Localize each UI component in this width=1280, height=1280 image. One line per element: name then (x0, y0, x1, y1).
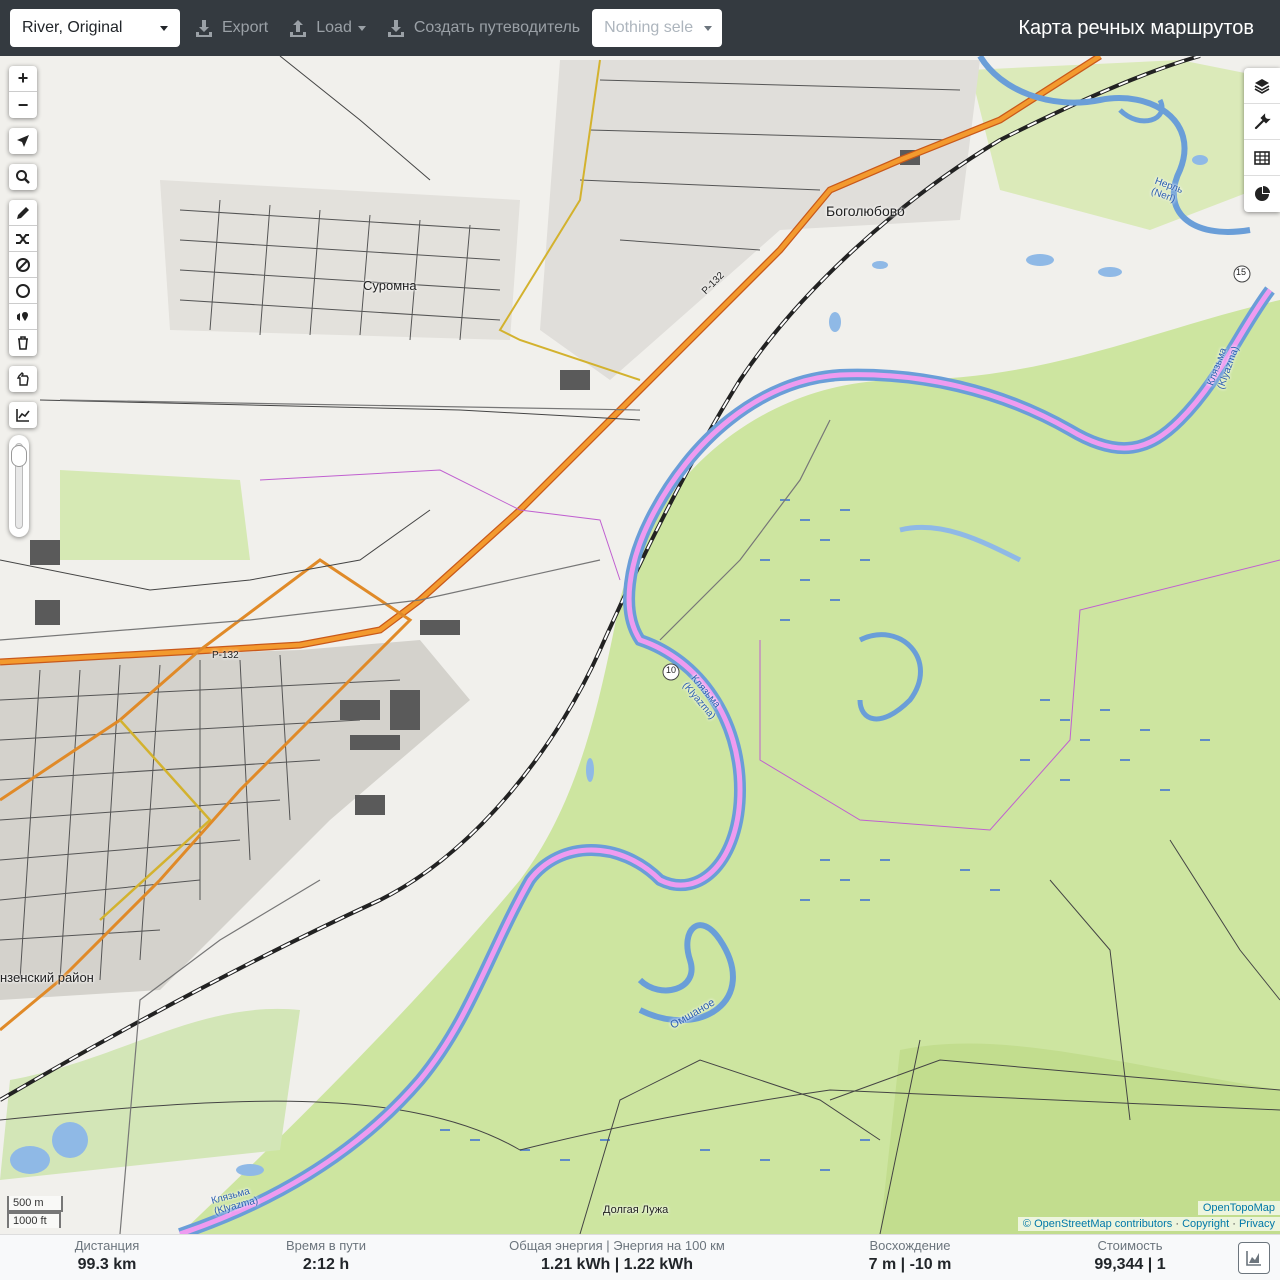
load-button[interactable]: Load (282, 9, 372, 47)
download-icon (387, 20, 404, 37)
scale-bar-metric: 500 m (7, 1196, 63, 1212)
elevation-profile-toggle[interactable] (1238, 1242, 1270, 1274)
road-label: Р-132 (212, 650, 239, 661)
selection-dropdown[interactable]: Nothing sele (592, 9, 723, 47)
layers-button[interactable] (1244, 68, 1280, 104)
opentopomap-link[interactable]: OpenTopoMap (1203, 1202, 1275, 1214)
area-chart-icon (1246, 1251, 1261, 1266)
reverse-route-button[interactable] (9, 226, 37, 252)
stat-label: Дистанция (74, 1238, 140, 1253)
stat-value: 99,344 | 1 (1094, 1256, 1166, 1273)
stat-value: 2:12 h (302, 1256, 350, 1273)
line-chart-icon (16, 409, 30, 422)
selection-dropdown-value: Nothing sele (604, 19, 694, 36)
settings-button[interactable] (1244, 104, 1280, 140)
stat-distance: Дистанция 99.3 km (52, 1235, 162, 1274)
pie-chart-icon (1255, 186, 1270, 201)
hand-pointer-icon (16, 372, 29, 386)
attribution-separator: · (1175, 1218, 1179, 1230)
privacy-link[interactable]: Privacy (1239, 1218, 1275, 1230)
stat-value: 7 m | -10 m (868, 1256, 952, 1273)
export-label: Export (222, 19, 269, 36)
stat-label: Восхождение (869, 1238, 951, 1253)
create-guide-button[interactable]: Создать путеводитель (380, 9, 586, 47)
chevron-down-icon (160, 25, 168, 31)
export-button[interactable]: Export (188, 9, 274, 47)
trash-icon (18, 336, 28, 350)
delete-point-button[interactable] (9, 252, 37, 278)
drawing-toolbar (9, 200, 37, 356)
elevation-chart-button[interactable] (9, 402, 37, 428)
topographic-map (0, 56, 1280, 1234)
locate-control (9, 128, 37, 154)
load-label: Load (316, 19, 352, 36)
chevron-down-icon (704, 25, 713, 31)
add-poi-button[interactable] (9, 304, 37, 330)
wrench-icon (1254, 112, 1271, 129)
district-label: нзенский район (0, 970, 94, 985)
village-label: Долгая Лужа (603, 1204, 669, 1216)
delete-route-button[interactable] (9, 330, 37, 356)
download-icon (196, 20, 212, 37)
map-marker-sound-icon (17, 311, 28, 321)
search-icon (16, 170, 30, 184)
ban-icon (16, 257, 30, 272)
pencil-icon (17, 206, 29, 219)
stat-label: Общая энергия | Энергия на 100 км (509, 1238, 725, 1253)
zoom-in-button[interactable]: + (9, 66, 37, 92)
analysis-button[interactable] (1244, 176, 1280, 212)
route-km-marker: 15 (1236, 267, 1247, 277)
stat-value: 1.21 kWh | 1.22 kWh (540, 1256, 694, 1273)
search-button[interactable] (9, 164, 37, 190)
straight-line-control (9, 366, 37, 392)
shuffle-icon (16, 233, 29, 244)
town-label-bogolyubovo: Боголюбово (826, 203, 905, 219)
layers-icon (1254, 78, 1270, 94)
osm-link[interactable]: © OpenStreetMap contributors (1023, 1218, 1172, 1230)
attribution-separator: · (1232, 1218, 1236, 1230)
copyright-link[interactable]: Copyright (1182, 1218, 1229, 1230)
upload-icon (290, 20, 307, 37)
stat-label: Стоимость (1097, 1238, 1163, 1253)
location-arrow-icon (17, 135, 29, 147)
profile-select-value: River, Original (22, 19, 123, 36)
app-title: Карта речных маршрутов (1018, 16, 1254, 39)
circle-icon (16, 283, 30, 298)
top-navbar: River, Original Export Load Создать путе… (0, 0, 1280, 56)
right-toolbar (1244, 68, 1280, 212)
zoom-out-button[interactable]: − (9, 92, 37, 118)
opacity-slider[interactable] (9, 435, 29, 537)
table-icon (1254, 150, 1270, 165)
data-table-button[interactable] (1244, 140, 1280, 176)
stat-energy: Общая энергия | Энергия на 100 км 1.21 k… (502, 1235, 732, 1274)
thumb-tool-button[interactable] (9, 366, 37, 392)
stat-time: Время в пути 2:12 h (266, 1235, 386, 1274)
search-control (9, 164, 37, 190)
town-label-suromna: Суромна (363, 278, 417, 293)
add-nogo-area-button[interactable] (9, 278, 37, 304)
zoom-control: + − (9, 66, 37, 118)
elevation-control (9, 402, 37, 428)
stat-cost: Стоимость 99,344 | 1 (1070, 1235, 1190, 1274)
create-guide-label: Создать путеводитель (413, 19, 581, 36)
scale-bar-imperial: 1000 ft (7, 1212, 61, 1228)
route-stats-bar: Дистанция 99.3 km Время в пути 2:12 h Об… (0, 1234, 1280, 1280)
route-km-marker: 10 (666, 665, 677, 675)
profile-select[interactable]: River, Original (10, 9, 180, 47)
slider-handle[interactable] (11, 445, 27, 467)
map-attribution: © OpenStreetMap contributors · Copyright… (1017, 1217, 1280, 1231)
map-canvas[interactable]: Суромна Боголюбово нзенский район Долгая… (0, 56, 1280, 1234)
stat-label: Время в пути (286, 1238, 366, 1253)
chevron-down-icon (357, 25, 366, 31)
tile-attribution: OpenTopoMap (1197, 1201, 1280, 1215)
locate-button[interactable] (9, 128, 37, 154)
draw-route-button[interactable] (9, 200, 37, 226)
stat-value: 99.3 km (77, 1256, 137, 1273)
stat-ascent: Восхождение 7 m | -10 m (850, 1235, 970, 1274)
